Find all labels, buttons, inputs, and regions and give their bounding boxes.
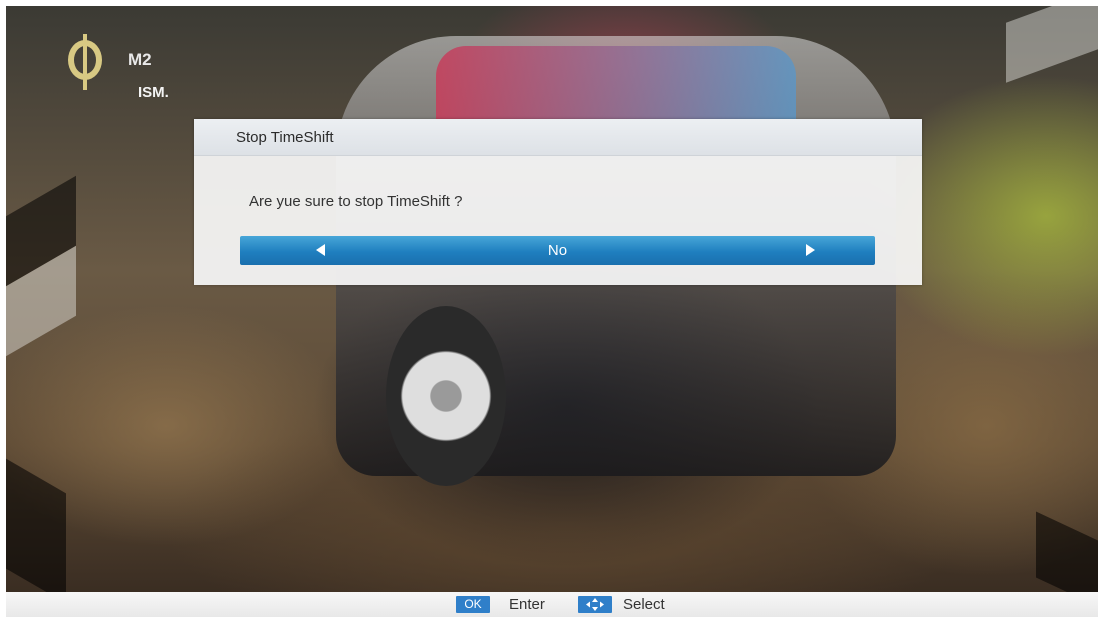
tv-screen: M2 ISM. [6, 6, 1098, 592]
dialog-title: Stop TimeShift [236, 129, 334, 146]
dialog-message: Are yue sure to stop TimeShift ? [249, 193, 463, 210]
arrow-right-icon[interactable] [806, 244, 815, 256]
stop-timeshift-dialog: Stop TimeShift Are yue sure to stop Time… [194, 119, 922, 285]
car-wheel [386, 306, 506, 486]
enter-hint-label: Enter [509, 596, 545, 613]
checkered-flag-shape [1036, 511, 1098, 592]
ok-key-badge: OK [456, 596, 490, 613]
selected-option-value: No [547, 242, 568, 259]
dialog-title-bar: Stop TimeShift [194, 119, 922, 156]
channel-sub-label: ISM. [138, 84, 169, 101]
checkered-flag-shape [6, 458, 66, 592]
navigation-key-badge [578, 596, 612, 613]
confirm-option-selector[interactable]: No [240, 236, 875, 265]
checkered-flag-shape [1006, 6, 1098, 83]
logo-bar [83, 34, 87, 90]
help-bar: OK Enter Select [6, 592, 1098, 617]
channel-logo-icon [68, 34, 116, 90]
channel-name: M2 [128, 50, 152, 69]
car-rear-window [436, 46, 796, 126]
select-hint-label: Select [623, 596, 665, 613]
directional-pad-icon [586, 598, 604, 611]
